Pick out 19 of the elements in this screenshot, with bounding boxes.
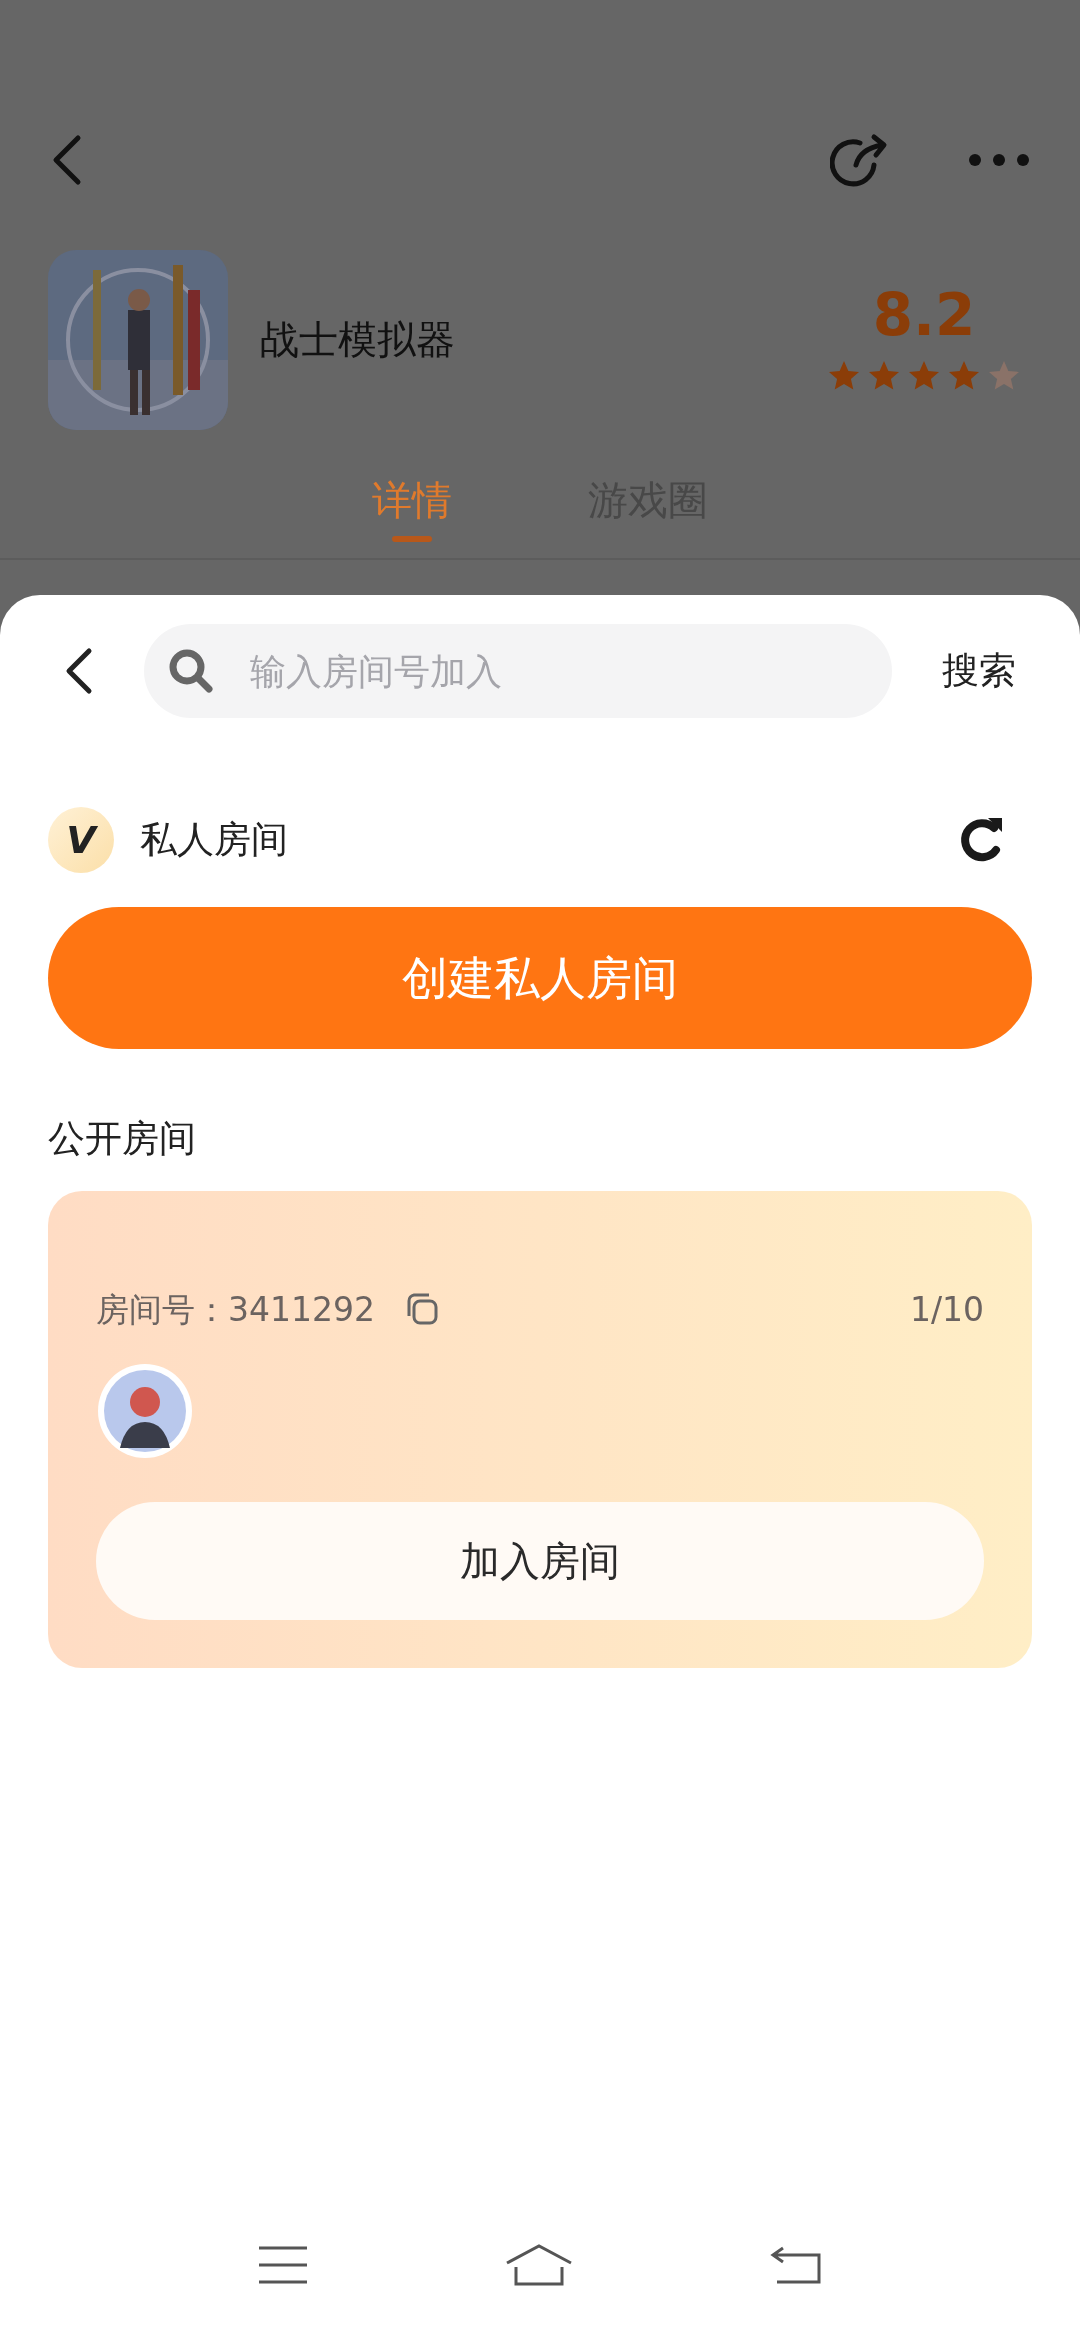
join-room-button[interactable]: 加入房间 xyxy=(96,1502,984,1620)
app-title: 战士模拟器 xyxy=(260,315,456,364)
occupancy-count: 1/10 xyxy=(909,1288,984,1331)
menu-icon[interactable] xyxy=(257,2245,310,2285)
back-nav-icon[interactable] xyxy=(768,2245,823,2285)
vip-badge: V xyxy=(48,807,114,873)
section-title: 私人房间 xyxy=(140,817,288,864)
home-icon[interactable] xyxy=(504,2243,574,2287)
copy-icon[interactable] xyxy=(405,1292,439,1327)
back-icon[interactable] xyxy=(64,647,94,695)
search-icon xyxy=(168,648,214,694)
search-button[interactable]: 搜索 xyxy=(942,643,1016,699)
more-icon[interactable] xyxy=(968,153,1030,167)
section-title: 公开房间 xyxy=(48,1116,197,1162)
tab[interactable]: 详情 xyxy=(372,470,452,542)
search-field[interactable]: 输入房间号加入 xyxy=(144,624,892,718)
rating-score: 8.2 xyxy=(872,286,976,344)
create-room-button[interactable]: 创建私人房间 xyxy=(48,907,1032,1049)
room-number: 房间号：3411292 xyxy=(96,1288,375,1331)
